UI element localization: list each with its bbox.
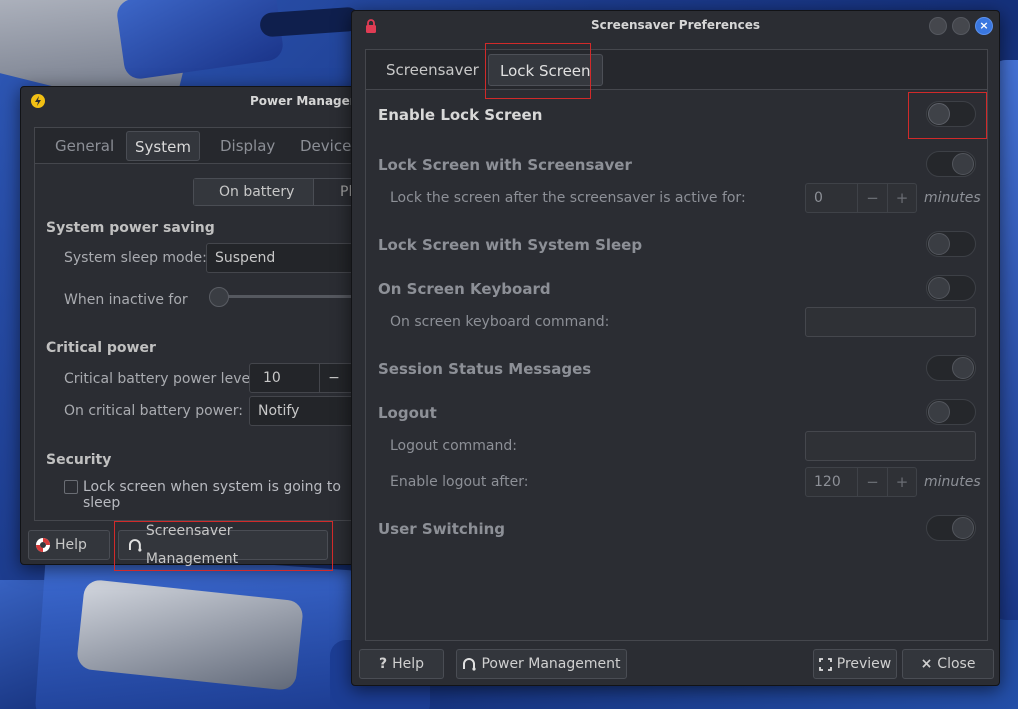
- logout-command-label: Logout command:: [390, 438, 517, 454]
- user-switching-label: User Switching: [378, 520, 506, 538]
- session-status-label: Session Status Messages: [378, 360, 592, 378]
- logout-command-input[interactable]: [805, 431, 976, 461]
- lock-on-sleep-checkbox[interactable]: [64, 480, 78, 494]
- wallpaper-shape: [115, 0, 285, 81]
- lock-with-screensaver-toggle[interactable]: [926, 151, 976, 177]
- decrement-button[interactable]: −: [320, 364, 348, 392]
- logout-after-label: Enable logout after:: [390, 474, 529, 490]
- highlight-enable-toggle: [908, 92, 987, 139]
- on-battery-button[interactable]: On battery: [194, 179, 314, 205]
- power-management-button[interactable]: Power Management: [456, 649, 627, 679]
- toggle-knob: [952, 517, 974, 539]
- minimize-button[interactable]: [929, 17, 947, 35]
- logout-label: Logout: [378, 404, 437, 422]
- highlight-lock-screen-tab: [485, 43, 591, 99]
- logout-toggle[interactable]: [926, 399, 976, 425]
- increment-button[interactable]: +: [887, 184, 916, 212]
- window-title: Power Manager: [250, 94, 356, 108]
- section-heading: Critical power: [46, 340, 156, 356]
- lock-after-units: minutes: [924, 190, 981, 206]
- screensaver-prefs-tabs: Screensaver Lock Screen: [366, 50, 987, 90]
- critical-level-value[interactable]: 10: [250, 364, 320, 392]
- toggle-knob: [952, 357, 974, 379]
- sleep-mode-label: System sleep mode:: [64, 250, 207, 266]
- critical-level-label: Critical battery power level:: [64, 371, 259, 387]
- tab-general[interactable]: General: [47, 131, 122, 161]
- lock-with-sleep-toggle[interactable]: [926, 231, 976, 257]
- critical-level-spin: 10 −: [249, 363, 359, 393]
- logout-after-units: minutes: [924, 474, 981, 490]
- window-title: Screensaver Preferences: [591, 18, 760, 32]
- power-source-switcher: On battery Pl: [193, 178, 373, 206]
- osk-command-input[interactable]: [805, 307, 976, 337]
- tab-display[interactable]: Display: [212, 131, 283, 161]
- enable-lock-screen-label: Enable Lock Screen: [378, 106, 543, 124]
- question-icon: ?: [378, 656, 388, 672]
- power-manager-window: Power Manager General System Display Dev…: [20, 86, 377, 567]
- power-management-label: Power Management: [481, 656, 621, 672]
- lock-icon: [366, 19, 376, 33]
- help-button-label: Help: [392, 656, 425, 672]
- on-screen-keyboard-toggle[interactable]: [926, 275, 976, 301]
- decrement-button[interactable]: −: [858, 468, 887, 496]
- fullscreen-icon: [818, 657, 832, 671]
- sleep-mode-select[interactable]: Suspend: [206, 243, 366, 273]
- session-status-toggle[interactable]: [926, 355, 976, 381]
- plugged-in-button[interactable]: Pl: [314, 179, 352, 205]
- logout-after-value[interactable]: 120: [806, 468, 858, 496]
- lifebuoy-icon: [36, 538, 50, 552]
- preview-button-label: Preview: [836, 656, 892, 672]
- toggle-knob: [928, 277, 950, 299]
- screensaver-prefs-content: Screensaver Lock Screen: [365, 49, 988, 641]
- screensaver-prefs-titlebar[interactable]: Screensaver Preferences ×: [352, 11, 999, 39]
- close-icon: ×: [920, 656, 933, 672]
- on-screen-keyboard-label: On Screen Keyboard: [378, 280, 551, 298]
- power-management-icon: [463, 658, 477, 671]
- toggle-knob: [952, 153, 974, 175]
- help-button[interactable]: ? Help: [359, 649, 444, 679]
- lock-with-sleep-label: Lock Screen with System Sleep: [378, 236, 643, 254]
- tab-screensaver[interactable]: Screensaver: [375, 54, 490, 86]
- maximize-button[interactable]: [952, 17, 970, 35]
- critical-action-label: On critical battery power:: [64, 403, 243, 419]
- help-button[interactable]: Help: [28, 530, 110, 560]
- logout-after-spin: 120 − +: [805, 467, 917, 497]
- toggle-knob: [928, 401, 950, 423]
- critical-action-select[interactable]: Notify: [249, 396, 359, 426]
- close-button-label: Close: [937, 656, 976, 672]
- power-manager-tabs: General System Display Devices: [35, 128, 360, 164]
- tab-system[interactable]: System: [126, 131, 200, 161]
- screensaver-preferences-window: Screensaver Preferences × Screensaver Lo…: [351, 10, 1000, 686]
- lock-on-sleep-label: Lock screen when system is going to slee…: [83, 479, 341, 511]
- lock-after-spin: 0 − +: [805, 183, 917, 213]
- power-manager-titlebar[interactable]: Power Manager: [21, 87, 359, 115]
- inactive-label: When inactive for: [64, 292, 188, 308]
- user-switching-toggle[interactable]: [926, 515, 976, 541]
- lock-with-screensaver-label: Lock Screen with Screensaver: [378, 156, 632, 174]
- lock-after-value[interactable]: 0: [806, 184, 858, 212]
- inactive-slider-handle[interactable]: [209, 287, 229, 307]
- section-heading: Security: [46, 452, 112, 468]
- preview-button[interactable]: Preview: [813, 649, 897, 679]
- increment-button[interactable]: +: [887, 468, 916, 496]
- close-button[interactable]: × Close: [902, 649, 994, 679]
- decrement-button[interactable]: −: [858, 184, 887, 212]
- lock-after-label: Lock the screen after the screensaver is…: [390, 190, 746, 206]
- help-button-label: Help: [55, 537, 87, 553]
- highlight-screensaver-management: [114, 521, 333, 571]
- osk-command-label: On screen keyboard command:: [390, 314, 610, 330]
- toggle-knob: [928, 233, 950, 255]
- close-window-button[interactable]: ×: [975, 17, 993, 35]
- lightning-icon: [31, 94, 45, 108]
- window-controls: ×: [929, 17, 993, 35]
- section-heading: System power saving: [46, 220, 215, 236]
